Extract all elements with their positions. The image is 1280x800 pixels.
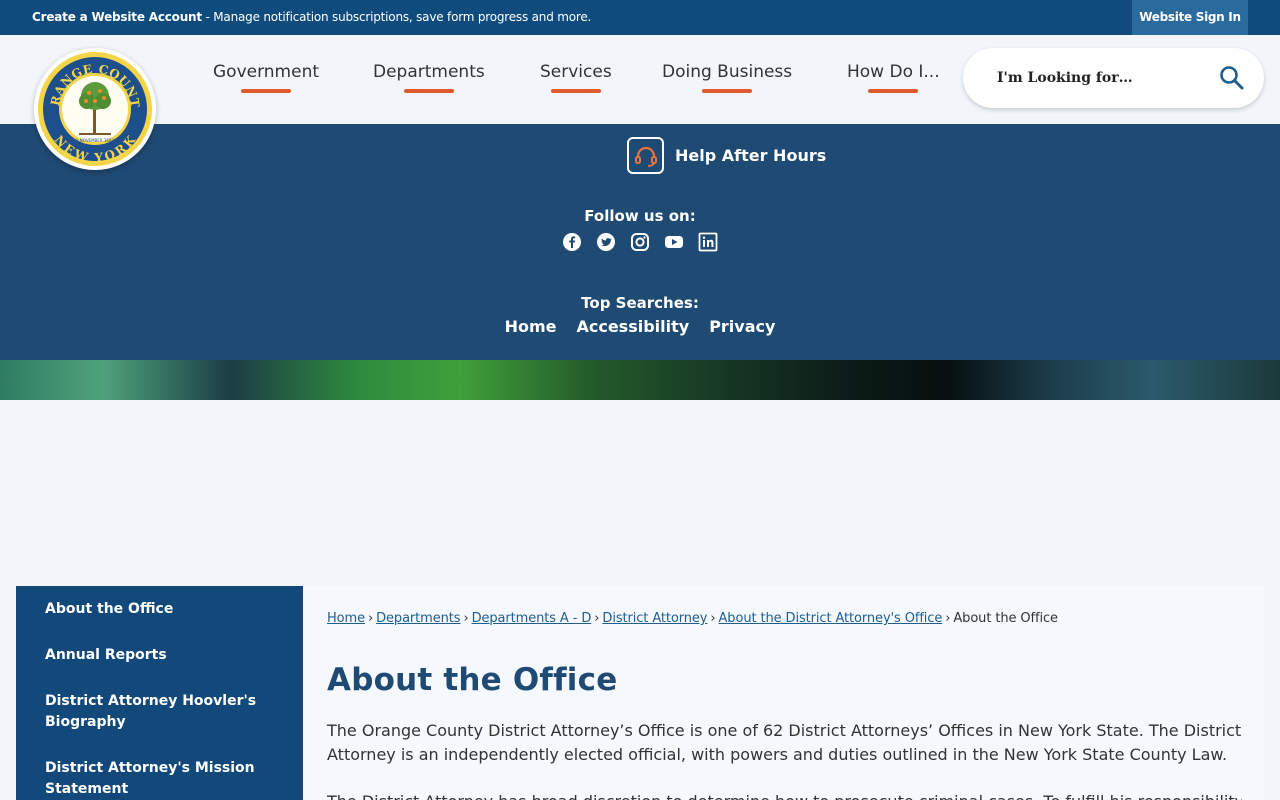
breadcrumb-separator: › bbox=[710, 611, 716, 626]
site-search bbox=[963, 48, 1264, 108]
nav-departments[interactable]: Departments bbox=[373, 62, 485, 93]
nav-government-label: Government bbox=[213, 62, 320, 82]
orange-county-seal-logo[interactable]: ORANGE COUNTY NEW YORK 1 NOVEMBER 1683 bbox=[34, 48, 156, 170]
top-search-privacy-link[interactable]: Privacy bbox=[709, 317, 775, 336]
top-search-accessibility-link[interactable]: Accessibility bbox=[576, 317, 689, 336]
create-account-description: - Manage notification subscriptions, sav… bbox=[201, 10, 592, 24]
search-icon[interactable] bbox=[1219, 65, 1245, 95]
nav-government[interactable]: Government bbox=[213, 62, 320, 93]
nav-underline bbox=[241, 89, 292, 93]
top-search-home-link[interactable]: Home bbox=[505, 317, 557, 336]
nav-departments-label: Departments bbox=[373, 62, 485, 82]
nav-underline bbox=[702, 89, 753, 93]
create-account-label: Create a Website Account bbox=[32, 10, 202, 24]
top-searches-heading: Top Searches: bbox=[581, 294, 699, 312]
help-after-hours-label: Help After Hours bbox=[675, 146, 827, 165]
main-content: Home › Departments › Departments A - D › Distr… bbox=[303, 586, 1264, 800]
breadcrumb-separator: › bbox=[463, 611, 469, 626]
nav-underline bbox=[403, 89, 454, 93]
nav-underline bbox=[868, 89, 919, 93]
follow-us-heading: Follow us on: bbox=[584, 207, 696, 225]
social-links bbox=[555, 232, 725, 252]
instagram-icon[interactable] bbox=[623, 232, 657, 252]
nav-doing-business[interactable]: Doing Business bbox=[662, 62, 793, 93]
breadcrumb-departments-link[interactable]: Departments bbox=[376, 611, 460, 626]
nav-services-label: Services bbox=[540, 62, 612, 82]
create-account-link[interactable]: Create a Website Account - Manage notifi… bbox=[32, 10, 591, 24]
breadcrumb-about-da-office-link[interactable]: About the District Attorney's Office bbox=[719, 611, 943, 626]
sidebar-item-mission-statement[interactable]: District Attorney's Mission Statement bbox=[45, 758, 275, 800]
help-after-hours-link[interactable]: Help After Hours bbox=[627, 137, 826, 174]
breadcrumb-district-attorney-link[interactable]: District Attorney bbox=[602, 611, 707, 626]
twitter-icon[interactable] bbox=[589, 232, 623, 252]
linkedin-icon[interactable] bbox=[691, 232, 725, 252]
top-searches-links: Home Accessibility Privacy bbox=[0, 317, 1280, 336]
breadcrumb-separator: › bbox=[594, 611, 600, 626]
second-paragraph: The District Attorney has broad discreti… bbox=[327, 790, 1242, 800]
facebook-icon[interactable] bbox=[555, 232, 589, 252]
seal-date-text: 1 NOVEMBER 1683 bbox=[76, 138, 115, 143]
breadcrumb-separator: › bbox=[945, 611, 951, 626]
breadcrumb-current-page: About the Office bbox=[953, 611, 1058, 626]
nav-doing-business-label: Doing Business bbox=[662, 62, 793, 82]
sidebar-item-about-the-office[interactable]: About the Office bbox=[45, 599, 275, 620]
breadcrumb-departments-a-d-link[interactable]: Departments A - D bbox=[472, 611, 592, 626]
sidebar-item-da-biography[interactable]: District Attorney Hoovler's Biography bbox=[45, 691, 275, 733]
breadcrumb-separator: › bbox=[368, 611, 374, 626]
page-title: About the Office bbox=[327, 662, 618, 698]
nav-services[interactable]: Services bbox=[540, 62, 612, 93]
info-band: Help After Hours Follow us on: Top Searc… bbox=[0, 124, 1280, 360]
intro-paragraph: The Orange County District Attorney’s Of… bbox=[327, 721, 1242, 764]
nav-how-do-i[interactable]: How Do I... bbox=[847, 62, 940, 93]
nav-how-do-i-label: How Do I... bbox=[847, 62, 940, 82]
banner-image bbox=[0, 360, 1280, 400]
website-sign-in-button[interactable]: Website Sign In bbox=[1132, 0, 1248, 35]
sidebar-item-annual-reports[interactable]: Annual Reports bbox=[45, 645, 275, 666]
youtube-icon[interactable] bbox=[657, 232, 691, 252]
sidebar-nav: About the Office Annual Reports District… bbox=[16, 586, 303, 800]
breadcrumb: Home › Departments › Departments A - D › Distr… bbox=[327, 611, 1058, 626]
breadcrumb-home-link[interactable]: Home bbox=[327, 611, 365, 626]
top-utility-bar: Create a Website Account - Manage notifi… bbox=[0, 0, 1280, 35]
nav-underline bbox=[550, 89, 601, 93]
search-input[interactable] bbox=[997, 66, 1217, 90]
headset-icon bbox=[627, 137, 664, 174]
